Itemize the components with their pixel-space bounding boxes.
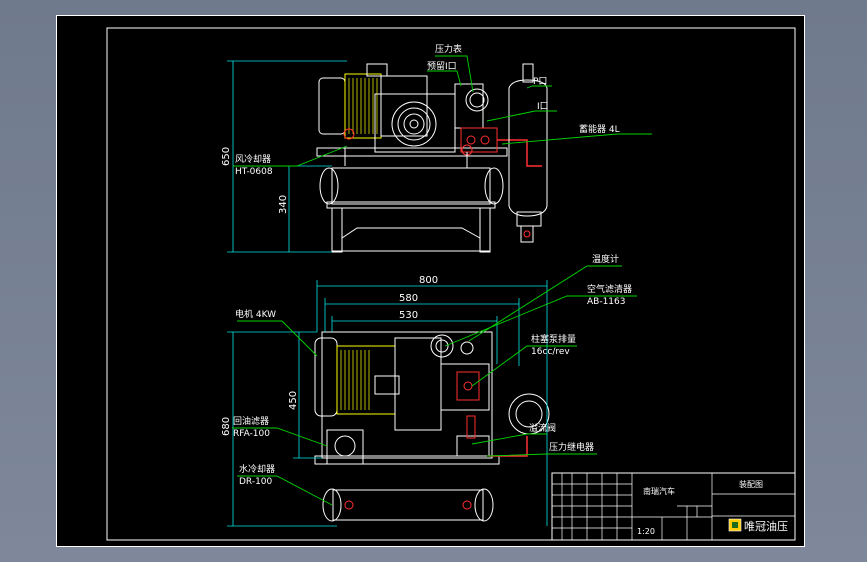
label-p-port: P口 xyxy=(533,77,547,87)
top-motor-body xyxy=(336,345,396,415)
front-base-plate xyxy=(326,201,496,209)
leader-lines xyxy=(232,55,652,506)
top-return-filter xyxy=(326,429,364,465)
accumulator-shell xyxy=(508,79,548,217)
label-water-cooler-model: DR-100 xyxy=(239,477,273,487)
label-pump: 柱塞泵排量 xyxy=(531,333,576,345)
label-pressure-relay: 压力继电器 xyxy=(549,441,594,453)
dim-height-total: 650 xyxy=(221,147,232,166)
label-motor: 电机 4KW xyxy=(235,308,276,320)
dim-width-530: 530 xyxy=(399,310,418,321)
inner-frame xyxy=(106,27,796,541)
front-cooler-end-right xyxy=(484,167,504,205)
label-pressure-gauge: 压力表 xyxy=(435,43,462,55)
label-return-filter-model: RFA-100 xyxy=(233,429,270,439)
accumulator-valve xyxy=(522,63,534,83)
front-motor-end xyxy=(318,77,346,135)
top-base-frame xyxy=(321,331,493,459)
title-company: 唯冠油压 xyxy=(744,519,788,533)
top-air-filter xyxy=(430,334,454,358)
front-view xyxy=(227,60,548,253)
label-port-top: 预留I口 xyxy=(427,60,457,72)
dim-width-580: 580 xyxy=(399,293,418,304)
accumulator-clamp xyxy=(516,211,542,227)
part-labels: 压力表 预留I口 P口 I口 蓄能器 4L 风冷却器 HT-0608 温度计 空… xyxy=(233,43,632,487)
title-drawing-type: 装配图 xyxy=(739,479,763,489)
label-relief-valve: 溢流阀 xyxy=(529,422,556,434)
label-air-cooler: 风冷却器 xyxy=(235,153,271,165)
title-customer: 南瑞汽车 xyxy=(643,486,675,496)
front-fan-outer xyxy=(391,101,437,147)
label-i-port: I口 xyxy=(537,102,549,112)
label-return-filter: 回油滤器 xyxy=(233,415,269,427)
front-leg-right xyxy=(479,207,491,253)
top-motor-flange xyxy=(394,337,442,431)
front-cooler-end-left xyxy=(319,167,339,205)
dim-depth-680: 680 xyxy=(221,417,232,436)
front-air-cooler-box xyxy=(374,93,456,153)
top-motor-end xyxy=(314,337,338,417)
label-air-cooler-model: HT-0608 xyxy=(235,167,273,177)
label-accumulator: 蓄能器 4L xyxy=(579,123,620,135)
label-pump-disp: 16cc/rev xyxy=(531,347,570,357)
title-scale: 1:20 xyxy=(637,527,655,536)
dim-width-800: 800 xyxy=(419,275,438,286)
drawing-sheet: 压力表 预留I口 P口 I口 蓄能器 4L 风冷却器 HT-0608 温度计 空… xyxy=(56,15,805,547)
top-relief-valve xyxy=(456,435,490,457)
label-water-cooler: 水冷却器 xyxy=(239,463,275,475)
assembly-drawing: 压力表 预留I口 P口 I口 蓄能器 4L 风冷却器 HT-0608 温度计 空… xyxy=(106,27,796,541)
top-thermometer xyxy=(460,341,474,355)
front-tank xyxy=(331,167,491,205)
dim-depth-450: 450 xyxy=(288,391,299,410)
front-leg-left xyxy=(331,207,343,253)
front-motor-body xyxy=(344,73,382,139)
front-pressure-gauge xyxy=(465,88,489,112)
label-thermometer: 温度计 xyxy=(592,253,619,265)
accumulator-base xyxy=(520,225,534,243)
front-brace xyxy=(341,227,481,239)
dimension-labels: 650 340 800 580 530 680 450 xyxy=(221,147,438,436)
label-air-filter: 空气滤清器 xyxy=(587,283,632,295)
top-water-cooler xyxy=(332,489,484,521)
label-air-filter-model: AB-1163 xyxy=(587,297,625,307)
top-pipe xyxy=(489,436,528,457)
front-pump xyxy=(454,83,484,129)
dim-height-tank: 340 xyxy=(278,195,289,214)
top-pump xyxy=(440,363,490,411)
title-block: 南瑞汽车 装配图 1:20 唯冠油压 xyxy=(551,472,796,541)
